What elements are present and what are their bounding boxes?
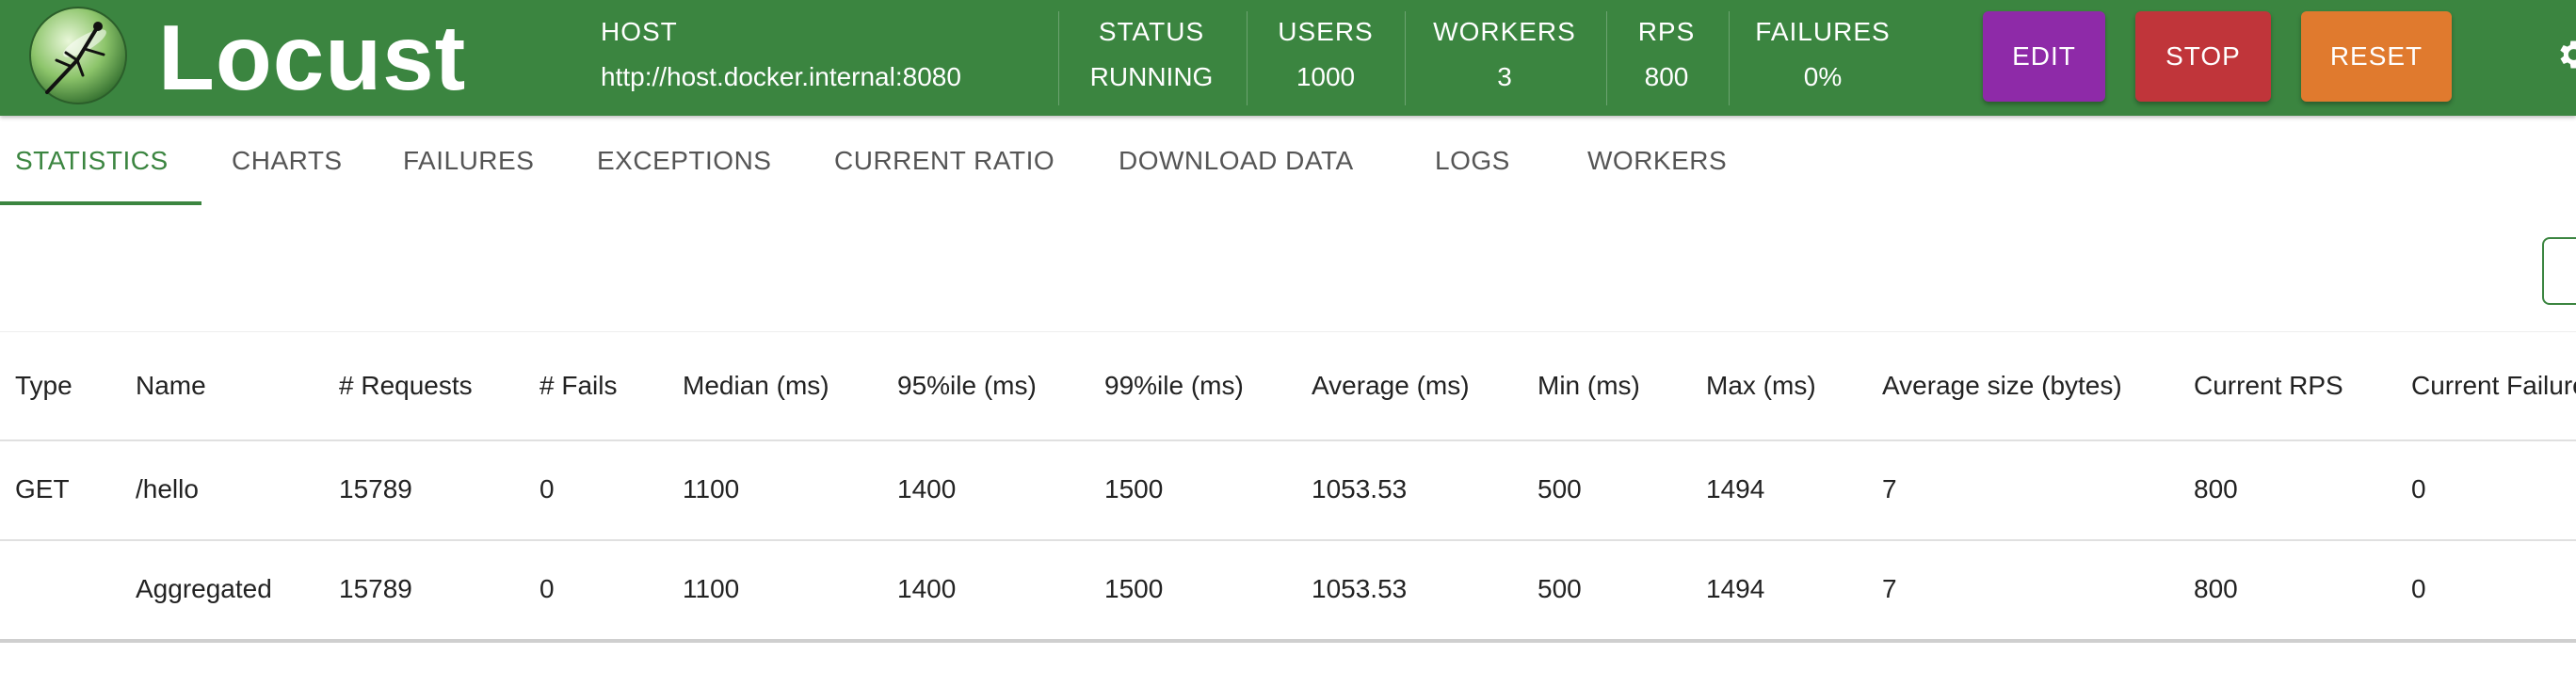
tab-current-ratio[interactable]: CURRENT RATIO [834, 116, 1055, 206]
cell-99ile: 1500 [1104, 574, 1164, 603]
column-header-max[interactable]: Max (ms) [1706, 332, 1816, 439]
cell-fails: 0 [539, 474, 555, 503]
column-header-median[interactable]: Median (ms) [683, 332, 829, 439]
cell-requests: 15789 [339, 474, 412, 503]
column-header-avg-size[interactable]: Average size (bytes) [1882, 332, 2122, 439]
stop-button[interactable]: STOP [2135, 11, 2271, 102]
cell-99ile: 1500 [1104, 474, 1164, 503]
cell-type: GET [15, 474, 70, 503]
rps-label: RPS [1637, 17, 1696, 46]
cell-name: Aggregated [136, 574, 272, 603]
tab-workers[interactable]: WORKERS [1587, 116, 1727, 206]
workers-value: 3 [1497, 62, 1512, 91]
workers-label: WORKERS [1433, 17, 1576, 46]
edit-button[interactable]: EDIT [1983, 11, 2105, 102]
cell-median: 1100 [683, 474, 740, 503]
tab-exceptions[interactable]: EXCEPTIONS [597, 116, 771, 206]
tab-failures[interactable]: FAILURES [403, 116, 534, 206]
status-value: RUNNING [1089, 62, 1214, 91]
cell-min: 500 [1538, 474, 1582, 503]
host-value: http://host.docker.internal:8080 [601, 62, 961, 91]
cell-requests: 15789 [339, 574, 412, 603]
divider [1729, 11, 1730, 105]
cell-median: 1100 [683, 574, 740, 603]
users-value: 1000 [1296, 62, 1356, 91]
host-label: HOST [601, 17, 678, 46]
column-header-requests[interactable]: # Requests [339, 332, 473, 439]
cell-current-rps: 800 [2194, 574, 2238, 603]
app-brand: Locust [158, 6, 467, 109]
cell-average: 1053.53 [1312, 574, 1408, 603]
column-header-95ile[interactable]: 95%ile (ms) [897, 332, 1037, 439]
active-tab-indicator [0, 201, 201, 205]
column-header-type[interactable]: Type [15, 332, 72, 439]
tab-bar: STATISTICS CHARTS FAILURES EXCEPTIONS CU… [0, 116, 2576, 206]
failures-label: FAILURES [1755, 17, 1891, 46]
host-stat: HOST http://host.docker.internal:8080 [601, 0, 1034, 116]
tab-charts[interactable]: CHARTS [232, 116, 343, 206]
tab-logs[interactable]: LOGS [1435, 116, 1510, 206]
cell-max: 1494 [1706, 474, 1765, 503]
table-row: Aggregated 15789 0 1100 1400 1500 1053.5… [0, 539, 2576, 643]
column-header-99ile[interactable]: 99%ile (ms) [1104, 332, 1244, 439]
failures-value: 0% [1803, 62, 1843, 91]
tab-statistics[interactable]: STATISTICS [15, 116, 169, 206]
cell-current-failures: 0 [2411, 474, 2426, 503]
status-label: STATUS [1098, 17, 1205, 46]
divider [1606, 11, 1607, 105]
users-stat: USERS 1000 [1265, 0, 1386, 116]
column-header-name[interactable]: Name [136, 332, 206, 439]
rps-stat: RPS 800 [1625, 0, 1708, 116]
table-row: GET /hello 15789 0 1100 1400 1500 1053.5… [0, 439, 2576, 541]
column-header-average[interactable]: Average (ms) [1312, 332, 1470, 439]
cell-avg-size: 7 [1882, 474, 1897, 503]
divider [1405, 11, 1406, 105]
column-header-current-failures[interactable]: Current Failures/s [2411, 332, 2576, 439]
cell-min: 500 [1538, 574, 1582, 603]
cell-95ile: 1400 [897, 474, 957, 503]
filter-select[interactable] [2542, 237, 2576, 305]
cell-fails: 0 [539, 574, 555, 603]
column-header-min[interactable]: Min (ms) [1538, 332, 1640, 439]
workers-stat: WORKERS 3 [1424, 0, 1586, 116]
failures-stat: FAILURES 0% [1747, 0, 1898, 116]
cell-name: /hello [136, 474, 199, 503]
cell-current-failures: 0 [2411, 574, 2426, 603]
status-stat: STATUS RUNNING [1075, 0, 1228, 116]
top-header: Locust HOST http://host.docker.internal:… [0, 0, 2576, 116]
cell-average: 1053.53 [1312, 474, 1408, 503]
cell-95ile: 1400 [897, 574, 957, 603]
column-header-current-rps[interactable]: Current RPS [2194, 332, 2343, 439]
rps-value: 800 [1644, 62, 1689, 91]
locust-logo-icon [29, 7, 127, 104]
reset-button[interactable]: RESET [2301, 11, 2452, 102]
gear-icon[interactable] [2553, 36, 2576, 73]
tab-download-data[interactable]: DOWNLOAD DATA [1119, 116, 1354, 206]
users-label: USERS [1278, 17, 1374, 46]
cell-max: 1494 [1706, 574, 1765, 603]
cell-avg-size: 7 [1882, 574, 1897, 603]
cell-current-rps: 800 [2194, 474, 2238, 503]
divider [1058, 11, 1059, 105]
divider [1247, 11, 1248, 105]
column-header-fails[interactable]: # Fails [539, 332, 617, 439]
table-header-row: Type Name # Requests # Fails Median (ms)… [0, 332, 2576, 441]
